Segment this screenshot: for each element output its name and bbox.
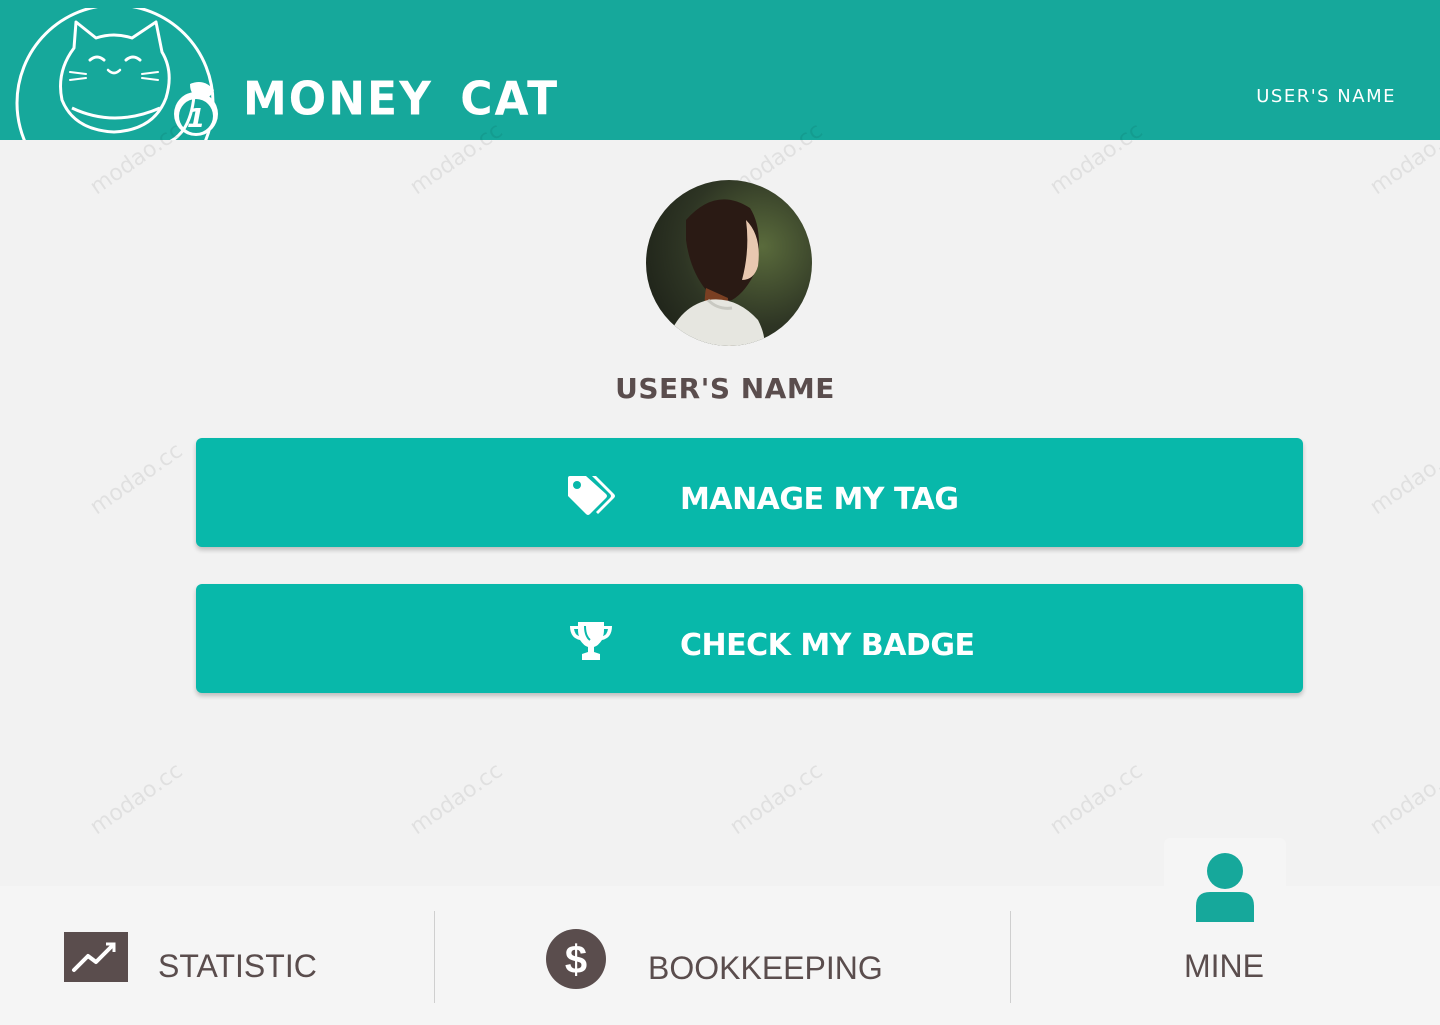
svg-text:$: $ xyxy=(565,938,587,982)
watermark: modao.cc xyxy=(1365,438,1440,520)
tags-icon xyxy=(568,476,615,515)
bottom-nav: STATISTIC $ BOOKKEEPING MINE xyxy=(0,853,1440,1025)
header-user-name[interactable]: USER'S NAME xyxy=(1256,86,1396,107)
nav-divider xyxy=(434,911,435,1003)
user-icon xyxy=(1196,853,1254,922)
nav-item-statistic[interactable]: STATISTIC xyxy=(40,916,400,1006)
app-title: MONEY CAT xyxy=(243,72,560,127)
watermark: modao.cc xyxy=(85,758,188,840)
money-cat-logo: 1 xyxy=(15,8,218,140)
mine-page: 1 MONEY CAT USER'S NAME modao.cc modao.c… xyxy=(0,0,1440,1025)
check-badge-button[interactable]: CHECK MY BADGE xyxy=(196,584,1303,693)
profile-user-name: USER'S NAME xyxy=(615,372,835,405)
watermark: modao.cc xyxy=(85,438,188,520)
nav-item-mine[interactable]: MINE xyxy=(1164,852,1286,1006)
watermark: modao.cc xyxy=(725,758,828,840)
trophy-icon xyxy=(570,622,612,660)
nav-item-bookkeeping[interactable]: $ BOOKKEEPING xyxy=(530,916,910,1006)
nav-label-bookkeeping: BOOKKEEPING xyxy=(648,950,883,986)
watermark: modao.cc xyxy=(405,758,508,840)
dollar-icon: $ xyxy=(546,929,606,989)
watermark: modao.cc xyxy=(1365,758,1440,840)
chart-line-icon xyxy=(64,932,128,982)
app-header: 1 MONEY CAT USER'S NAME xyxy=(0,0,1440,140)
avatar[interactable] xyxy=(646,180,812,346)
manage-tag-label: MANAGE MY TAG xyxy=(680,482,959,517)
check-badge-label: CHECK MY BADGE xyxy=(680,628,975,663)
nav-divider xyxy=(1010,911,1011,1003)
nav-label-statistic: STATISTIC xyxy=(158,948,317,984)
manage-tag-button[interactable]: MANAGE MY TAG xyxy=(196,438,1303,547)
watermark: modao.cc xyxy=(1045,758,1148,840)
nav-label-mine: MINE xyxy=(1184,948,1264,984)
